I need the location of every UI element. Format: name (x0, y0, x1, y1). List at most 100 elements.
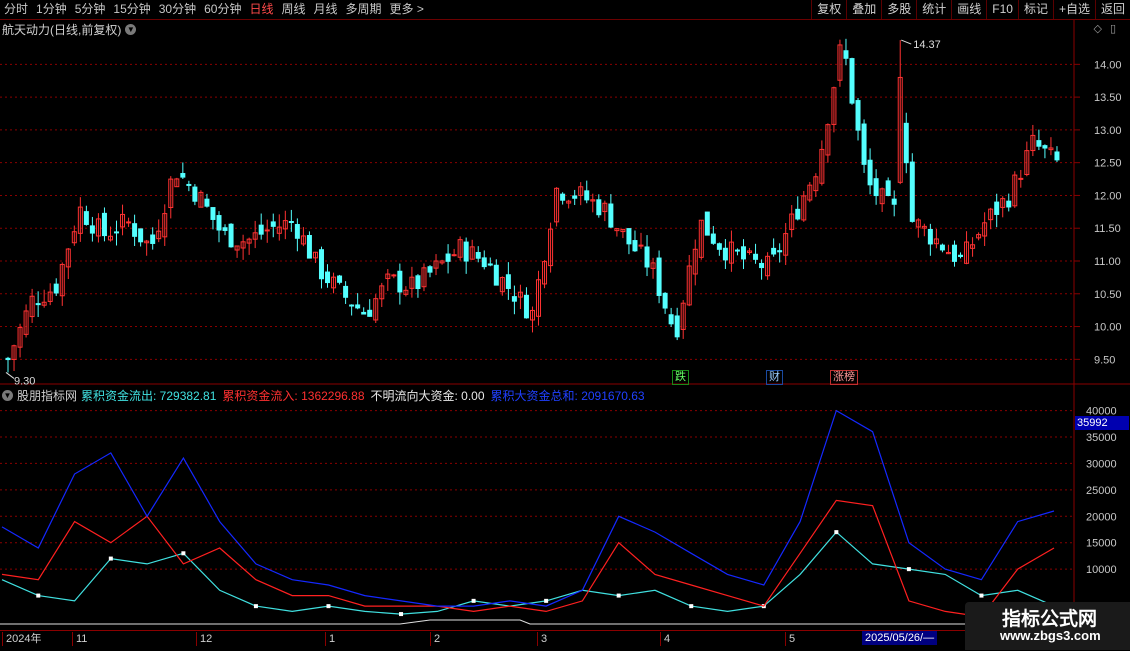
candle-body (909, 161, 915, 222)
candle-body (294, 224, 300, 239)
candles-group (5, 38, 1060, 373)
candle-body (318, 249, 324, 280)
series-point-marker (979, 593, 984, 598)
candle-body (668, 314, 674, 325)
price-tick-label: 9.50 (1094, 354, 1115, 366)
candle-body (487, 263, 493, 266)
candle-body (361, 311, 367, 315)
candle-body (53, 283, 59, 294)
chevron-down-icon[interactable]: ▼ (2, 390, 13, 401)
candle-body (210, 207, 216, 220)
candle-body (626, 228, 632, 245)
indicator-tick-label: 15000 (1086, 538, 1117, 550)
event-marker-1[interactable]: 财 (766, 370, 783, 385)
indicator-tick-label: 10000 (1086, 564, 1117, 576)
candle-body (493, 264, 499, 286)
candle-body (710, 233, 716, 244)
watermark-title: 指标公式网 (1002, 609, 1098, 630)
candle-body (644, 246, 650, 268)
event-marker-2[interactable]: 涨榜 (830, 370, 858, 385)
candle-body (722, 247, 728, 261)
candle-body (891, 198, 897, 205)
candle-body (306, 235, 312, 259)
candle-body (572, 195, 578, 199)
date-axis-label: 5 (785, 632, 795, 646)
candle-body (903, 122, 909, 164)
series-point-marker (326, 604, 331, 609)
candle-body (704, 211, 710, 236)
candle-body (1006, 200, 1012, 208)
candle-body (608, 203, 614, 228)
indicator-value-2: 不明流向大资金: 0.00 (370, 389, 485, 403)
event-marker-0[interactable]: 跌 (672, 370, 689, 385)
date-axis-label: 1 (325, 632, 335, 646)
candle-body (505, 274, 511, 289)
candle-body (662, 292, 668, 309)
watermark-url: www.zbgs3.com (1000, 628, 1101, 643)
candle-body (222, 227, 228, 231)
candle-body (258, 224, 264, 235)
candle-body (180, 173, 186, 178)
series-point-marker (181, 551, 186, 556)
candle-body (5, 357, 11, 361)
candle-body (771, 247, 777, 255)
candle-body (511, 296, 517, 302)
candle-body (994, 201, 1000, 215)
candle-body (216, 215, 222, 231)
indicator-tick-label: 20000 (1086, 511, 1117, 523)
candle-body (343, 285, 349, 298)
candle-body (481, 257, 487, 268)
candle-body (126, 221, 132, 224)
candle-body (951, 244, 957, 262)
candle-body (795, 208, 801, 220)
main-chart-canvas[interactable]: 14.00 13.50 13.00 12.50 12.00 11.50 11.00 10.50… (0, 0, 1130, 650)
candle-body (777, 250, 783, 253)
series-point-marker (471, 598, 476, 603)
price-tick-label: 13.50 (1094, 92, 1122, 104)
candle-body (114, 231, 120, 234)
candle-body (939, 244, 945, 251)
indicator-tick-label: 35000 (1086, 432, 1117, 444)
candle-body (415, 275, 421, 290)
indicator-name: 股朋指标网 (17, 389, 78, 403)
series-line-2 (1, 409, 1055, 607)
indicator-value-3: 累积大资金总和: 2091670.63 (490, 389, 645, 403)
candle-body (445, 253, 451, 262)
candle-body (734, 249, 740, 252)
series-point-marker (616, 593, 621, 598)
price-tick-label: 14.00 (1094, 59, 1122, 71)
candle-body (861, 123, 867, 165)
high-label-pointer (901, 39, 912, 45)
candle-body (927, 228, 933, 245)
candle-body (264, 229, 270, 232)
candle-body (228, 223, 234, 248)
price-tick-label: 13.00 (1094, 125, 1122, 137)
candle-body (885, 180, 891, 196)
date-axis: 2024年 11 12 1 2 3 4 5 (0, 630, 1130, 651)
candle-body (759, 262, 765, 269)
series-line-1 (1, 499, 1055, 618)
candle-body (523, 294, 529, 319)
candle-body (288, 221, 294, 224)
price-tick-label: 11.00 (1094, 256, 1121, 268)
indicator-values: 累积资金流出: 729382.81 累积资金流入: 1362296.88 不明流向大… (81, 387, 645, 404)
candle-body (35, 303, 41, 306)
indicator-tick-label: 30000 (1086, 458, 1117, 470)
candle-body (337, 275, 343, 283)
selected-date: 2025/05/26/— (862, 631, 938, 645)
indicator-value-0: 累积资金流出: 729382.81 (81, 389, 217, 403)
candle-body (867, 159, 873, 186)
series-point-marker (399, 612, 404, 617)
current-value-box: 35992 (1075, 416, 1129, 430)
indicator-value-1: 累积资金流入: 1362296.88 (222, 389, 365, 403)
candle-body (367, 309, 373, 317)
candle-body (1054, 151, 1060, 161)
indicator-header: ▼ 股朋指标网 累积资金流出: 729382.81 累积资金流入: 1362296… (2, 387, 645, 404)
unknown-flow-line (0, 619, 1074, 625)
low-label-pointer (5, 372, 15, 379)
candle-body (427, 266, 433, 273)
date-axis-label: 2 (430, 632, 440, 646)
candle-body (843, 50, 849, 59)
candle-body (397, 270, 403, 293)
series-line-0 (1, 531, 1055, 615)
